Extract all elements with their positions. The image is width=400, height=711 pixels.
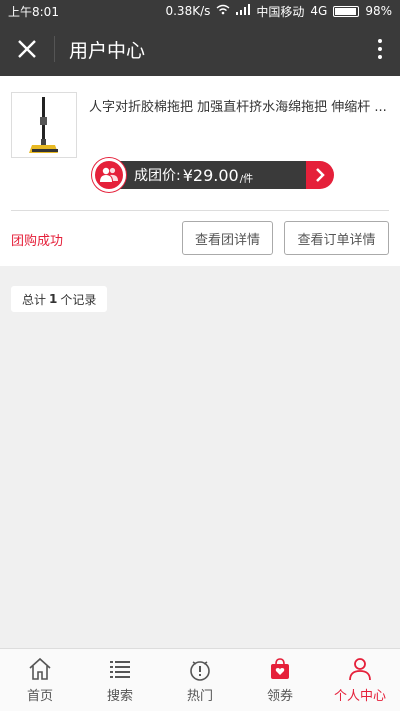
more-icon	[378, 39, 382, 59]
tab-search-label: 搜索	[106, 689, 133, 704]
status-network: 4G	[310, 4, 328, 18]
price-label: 成团价:	[134, 168, 181, 184]
mop-image	[29, 97, 58, 153]
home-icon	[29, 657, 51, 680]
order-status: 团购成功	[11, 234, 64, 249]
record-count: 总计 1 个记录	[11, 286, 108, 312]
page-title: 用户中心	[69, 39, 146, 62]
price-unit: /件	[239, 173, 254, 185]
coupon-bag-icon	[271, 658, 289, 679]
status-carrier: 中国移动	[256, 4, 305, 19]
wifi-icon	[216, 4, 230, 18]
person-icon	[349, 658, 371, 681]
product-thumbnail[interactable]	[11, 92, 77, 158]
record-count-suffix: 个记录	[60, 292, 97, 307]
order-card: 人字对折胶棉拖把 加强直杆挤水海绵拖把 伸缩杆 ... 成团价: ¥29.00 …	[0, 76, 400, 266]
list-icon	[110, 661, 130, 678]
price-value: ¥29.00	[182, 165, 239, 185]
bottom-tab-bar: 首页 搜索 热门 领券 个人中心	[0, 648, 400, 711]
record-count-prefix: 总计	[22, 292, 47, 307]
tab-coupon-label: 领券	[266, 689, 293, 704]
card-divider	[11, 210, 389, 211]
close-icon	[18, 40, 36, 58]
chevron-right-icon	[306, 161, 334, 189]
tab-search[interactable]: 搜索	[80, 649, 160, 711]
signal-icon	[236, 4, 251, 18]
status-battery: 98%	[365, 4, 392, 18]
title-divider	[54, 36, 55, 62]
status-right: 0.38K/s 中国移动 4G 98%	[165, 3, 392, 20]
product-title[interactable]: 人字对折胶棉拖把 加强直杆挤水海绵拖把 伸缩杆 ...	[89, 96, 389, 115]
tab-home-label: 首页	[26, 689, 53, 704]
view-group-details-button[interactable]: 查看团详情	[182, 221, 273, 255]
view-order-details-button[interactable]: 查看订单详情	[284, 221, 389, 255]
price-body: 成团价: ¥29.00 /件	[106, 161, 306, 189]
title-bar: 用户中心	[0, 22, 400, 76]
tab-profile-label: 个人中心	[333, 689, 386, 704]
status-bar: 上午8:01 0.38K/s 中国移动 4G 98%	[0, 0, 400, 22]
tab-profile[interactable]: 个人中心	[320, 649, 400, 711]
more-button[interactable]	[360, 22, 400, 76]
tab-hot-label: 热门	[186, 689, 213, 704]
tab-hot[interactable]: 热门	[160, 649, 240, 711]
tab-coupon[interactable]: 领券	[240, 649, 320, 711]
status-time: 上午8:01	[8, 4, 59, 19]
group-users-icon	[92, 158, 126, 192]
close-button[interactable]	[0, 22, 54, 76]
group-price-pill[interactable]: 成团价: ¥29.00 /件	[92, 158, 334, 192]
status-speed: 0.38K/s	[165, 4, 211, 18]
battery-icon	[333, 5, 360, 17]
record-count-number: 1	[49, 292, 58, 306]
hot-icon	[190, 661, 210, 681]
tab-home[interactable]: 首页	[0, 649, 80, 711]
